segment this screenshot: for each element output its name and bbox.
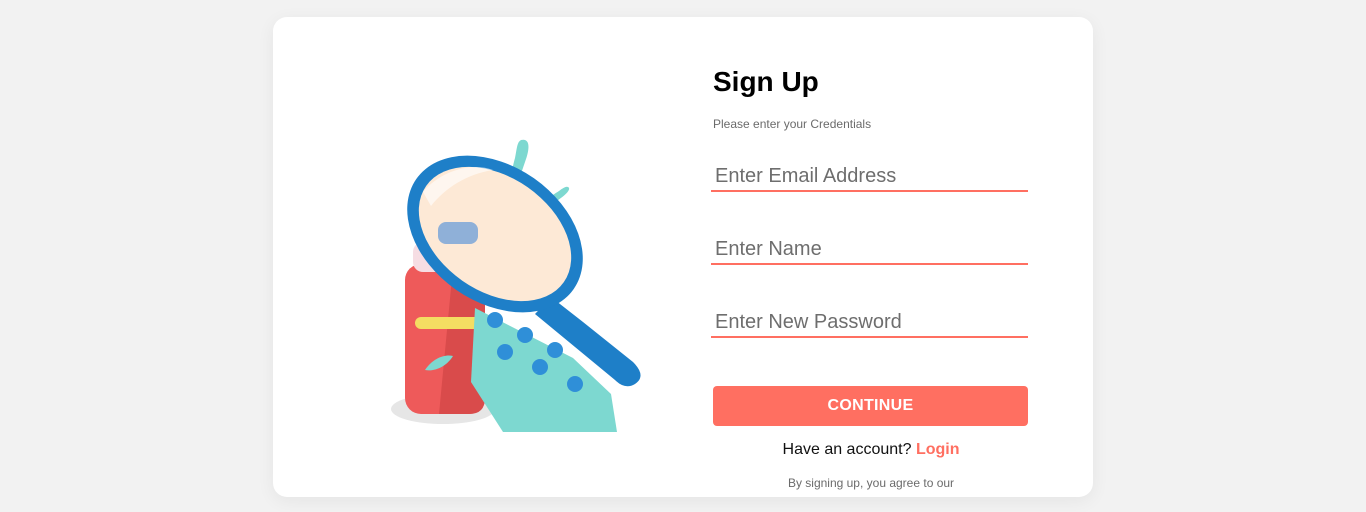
signup-card: Sign Up Please enter your Credentials CO…	[273, 17, 1093, 497]
terms-text: By signing up, you agree to our	[787, 476, 955, 490]
email-field[interactable]	[711, 162, 1028, 192]
password-field[interactable]	[711, 308, 1028, 338]
magnifier-medicine-illustration	[391, 139, 641, 432]
login-link[interactable]: Login	[916, 441, 960, 458]
pill-blister-pack	[471, 308, 617, 432]
form-subtitle: Please enter your Credentials	[713, 117, 872, 131]
name-field[interactable]	[711, 235, 1028, 265]
login-prompt: Have an account? Login	[711, 441, 1031, 459]
page-title: Sign Up	[713, 66, 819, 97]
continue-button[interactable]: CONTINUE	[713, 386, 1028, 426]
have-account-text: Have an account?	[782, 441, 916, 458]
